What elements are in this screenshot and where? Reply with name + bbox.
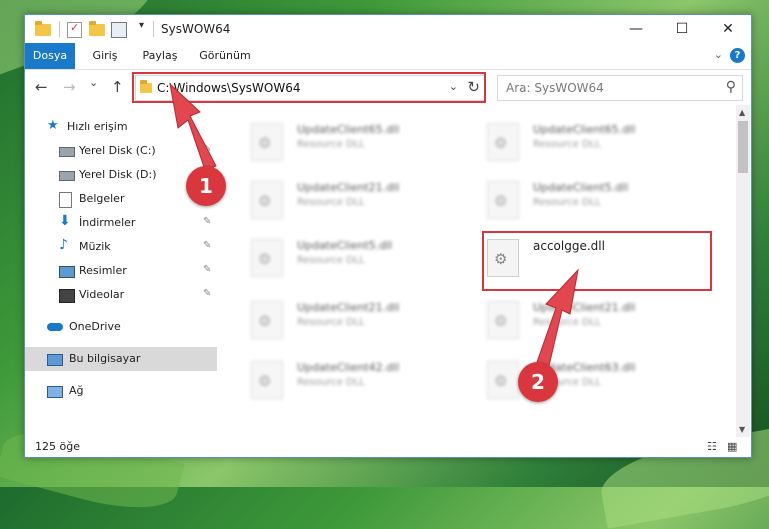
callout-badge-1: 1 xyxy=(186,166,226,206)
arrow-2-shape xyxy=(535,268,579,371)
arrow-1-shape xyxy=(169,82,217,171)
callout-badge-2: 2 xyxy=(518,362,558,402)
callout-arrows xyxy=(169,82,579,371)
